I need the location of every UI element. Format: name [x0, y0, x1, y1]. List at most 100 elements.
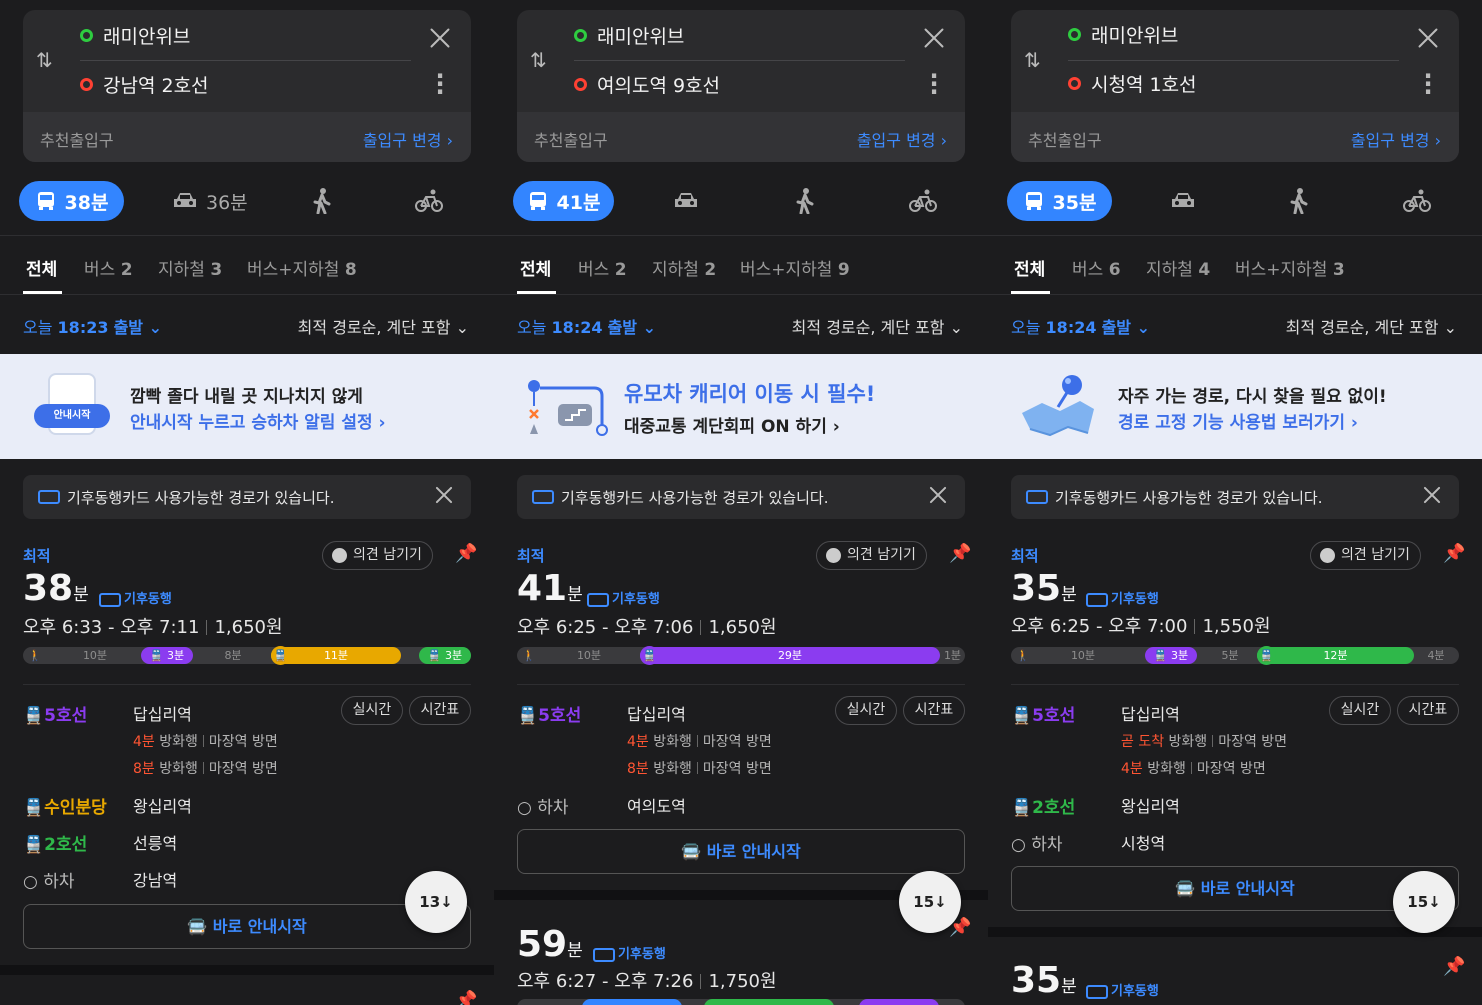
sort-select[interactable]: 최적 경로순, 계단 포함 ⌄: [792, 314, 963, 338]
route-tag: 최적: [1011, 547, 1039, 565]
mode-bike-tab[interactable]: [908, 181, 938, 221]
mode-bike-tab[interactable]: [414, 181, 444, 221]
tab-all[interactable]: 전체: [26, 255, 57, 280]
mode-car-tab[interactable]: [673, 181, 699, 221]
car-icon: [675, 193, 697, 207]
realtime-button[interactable]: 실시간: [835, 696, 897, 725]
pin-icon[interactable]: 📌: [949, 917, 971, 938]
more-icon[interactable]: · · ·: [1423, 64, 1433, 104]
close-icon[interactable]: [435, 486, 453, 504]
tab-bus[interactable]: 버스 6: [1072, 255, 1121, 280]
origin-field[interactable]: 래미안위브: [103, 22, 190, 49]
entry-change-link[interactable]: 출입구 변경 ›: [857, 127, 947, 151]
refresh-fab[interactable]: 13↓: [405, 871, 467, 933]
card-icon: [38, 490, 60, 504]
close-icon[interactable]: [923, 27, 945, 49]
route-bar-walk-3: 4분: [1427, 649, 1445, 662]
pin-icon[interactable]: 📌: [1443, 543, 1465, 564]
banner-link[interactable]: 안내시작 누르고 승하차 알림 설정 ›: [130, 408, 386, 433]
arrival-info-2: 4분 방화행 마장역 방면: [1121, 758, 1266, 778]
banner-link[interactable]: 대중교통 계단회피 ON 하기 ›: [624, 412, 840, 437]
destination-field[interactable]: 여의도역 9호선: [597, 71, 720, 98]
departure-time-select[interactable]: 오늘 18:23 출발 ⌄: [23, 314, 162, 338]
mode-walk-tab[interactable]: [796, 181, 814, 221]
card-icon: [532, 490, 554, 504]
more-icon[interactable]: · · ·: [435, 64, 445, 104]
pin-icon[interactable]: 📌: [455, 543, 477, 564]
start-guide-button[interactable]: 🚍 바로 안내시작: [23, 904, 471, 949]
sort-select[interactable]: 최적 경로순, 계단 포함 ⌄: [1286, 314, 1457, 338]
close-icon[interactable]: [929, 486, 947, 504]
origin-field[interactable]: 래미안위브: [1091, 21, 1178, 48]
tab-bus-subway[interactable]: 버스+지하철 8: [247, 255, 357, 280]
arrival-time: 8분: [627, 761, 649, 777]
tab-bus[interactable]: 버스 2: [578, 255, 627, 280]
mode-transit-tab[interactable]: 35분: [1007, 181, 1112, 221]
tab-subway[interactable]: 지하철 3: [158, 255, 222, 280]
refresh-fab[interactable]: 15↓: [1393, 871, 1455, 933]
start-guide-label: 바로 안내시작: [212, 917, 307, 936]
opinion-button[interactable]: 의견 남기기: [1310, 541, 1421, 570]
timetable-button[interactable]: 시간표: [903, 696, 965, 725]
departure-time-select[interactable]: 오늘 18:24 출발 ⌄: [1011, 314, 1150, 338]
tab-subway[interactable]: 지하철 4: [1146, 255, 1210, 280]
line-2-label: 🚆2호선: [23, 830, 87, 855]
close-icon[interactable]: [1417, 27, 1439, 49]
swap-icon[interactable]: ⇅: [36, 48, 53, 72]
realtime-button[interactable]: 실시간: [1329, 696, 1391, 725]
tab-subway[interactable]: 지하철 2: [652, 255, 716, 280]
tab-all[interactable]: 전체: [1014, 255, 1045, 280]
bike-icon: [1403, 189, 1431, 212]
station-name: 강남역: [133, 871, 178, 890]
pin-icon[interactable]: 📌: [1443, 956, 1465, 977]
duration-unit: 분: [567, 941, 583, 961]
pin-icon[interactable]: 📌: [455, 990, 477, 1005]
station-name: 답십리역: [1121, 705, 1180, 724]
mode-car-time: 36분: [206, 191, 248, 214]
start-guide-button[interactable]: 🚍 바로 안내시작: [1011, 866, 1459, 911]
more-icon[interactable]: · · ·: [929, 64, 939, 104]
departure-time-select[interactable]: 오늘 18:24 출발 ⌄: [517, 314, 656, 338]
opinion-button[interactable]: 의견 남기기: [816, 541, 927, 570]
mode-transit-tab[interactable]: 41분: [513, 181, 614, 221]
close-icon[interactable]: [1423, 486, 1441, 504]
swap-icon[interactable]: ⇅: [530, 48, 547, 72]
banner-link[interactable]: 경로 고정 기능 사용법 보러가기 ›: [1118, 408, 1358, 433]
tab-bus-count: 2: [120, 260, 133, 280]
route-bar-line5-time: 3분: [167, 649, 185, 662]
duration-unit: 분: [1061, 585, 1077, 605]
opinion-button[interactable]: 의견 남기기: [322, 541, 433, 570]
mode-walk-tab[interactable]: [1290, 181, 1308, 221]
destination-field[interactable]: 시청역 1호선: [1091, 70, 1197, 97]
route-bar-segment: [704, 999, 834, 1005]
destination-field[interactable]: 강남역 2호선: [103, 71, 209, 98]
mode-car-tab[interactable]: [1170, 181, 1196, 221]
route-screen-3: ⇅ 래미안위브 시청역 1호선 · · · 추천출입구 출입구 변경 › 35분 전…: [988, 0, 1482, 1005]
swap-icon[interactable]: ⇅: [1024, 48, 1041, 72]
mode-walk-tab[interactable]: [313, 181, 331, 221]
entry-change-link[interactable]: 출입구 변경 ›: [363, 127, 453, 151]
tab-bus-subway[interactable]: 버스+지하철 9: [740, 255, 850, 280]
close-icon[interactable]: [429, 27, 451, 49]
mode-bike-tab[interactable]: [1402, 181, 1432, 221]
entry-change-link[interactable]: 출입구 변경 ›: [1351, 127, 1441, 151]
tab-bus-subway[interactable]: 버스+지하철 3: [1235, 255, 1345, 280]
tab-bus-subway-count: 3: [1332, 260, 1345, 280]
realtime-button[interactable]: 실시간: [341, 696, 403, 725]
route-bar-walk-2: 5분: [1221, 649, 1239, 662]
timetable-button[interactable]: 시간표: [1397, 696, 1459, 725]
mode-transit-tab[interactable]: 38분: [19, 181, 124, 221]
tab-bus[interactable]: 버스 2: [84, 255, 133, 280]
climate-label: 기후동행: [618, 947, 666, 962]
route-times-2: 오후 6:27 - 오후 7:26 1,750원: [517, 967, 777, 993]
tab-all[interactable]: 전체: [520, 255, 551, 280]
pin-icon[interactable]: 📌: [949, 543, 971, 564]
route-bar-line5: 🚆 29분: [640, 646, 940, 665]
sort-select[interactable]: 최적 경로순, 계단 포함 ⌄: [298, 314, 469, 338]
arrival-time: 8분: [133, 761, 155, 777]
timetable-button[interactable]: 시간표: [409, 696, 471, 725]
start-guide-button[interactable]: 🚍 바로 안내시작: [517, 829, 965, 874]
mode-car-tab[interactable]: 36분: [172, 181, 248, 221]
train-icon: 🚆: [1011, 706, 1033, 726]
origin-field[interactable]: 래미안위브: [597, 22, 684, 49]
